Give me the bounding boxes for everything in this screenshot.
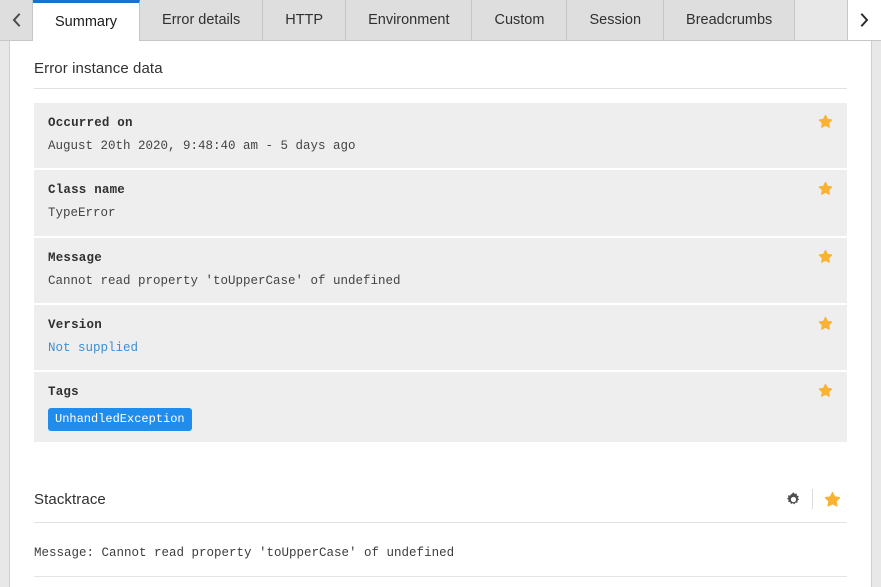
tab-label: Error details	[162, 12, 241, 28]
star-icon	[818, 249, 833, 263]
tab-breadcrumbs[interactable]: Breadcrumbs	[664, 0, 796, 40]
error-instance-data-list: Occurred on August 20th 2020, 9:48:40 am …	[34, 103, 847, 442]
error-data-row: Occurred on August 20th 2020, 9:48:40 am …	[34, 103, 847, 171]
stacktrace-title: Stacktrace	[34, 490, 106, 508]
error-data-row-label: Version	[48, 317, 102, 332]
stacktrace-frame-list: at capitalizeString line 22, column 30 (…	[34, 577, 847, 587]
stacktrace-actions	[778, 487, 847, 511]
row-favorite-button[interactable]	[818, 383, 833, 398]
tab-label: Breadcrumbs	[686, 12, 773, 28]
tab-list: Summary Error details HTTP Environment Custo…	[33, 0, 796, 41]
row-favorite-button[interactable]	[818, 114, 833, 129]
tab-label: Session	[589, 12, 642, 28]
error-data-row-link[interactable]: Not supplied	[48, 338, 806, 359]
tab-label: Summary	[55, 13, 118, 30]
error-data-row: Tags UnhandledException	[34, 372, 847, 442]
tabs-scroll-left-button[interactable]	[0, 0, 33, 40]
star-icon	[818, 114, 833, 128]
tab-summary[interactable]: Summary	[33, 0, 141, 41]
error-data-row-body: Class name TypeError	[48, 180, 806, 224]
tab-http[interactable]: HTTP	[263, 0, 347, 40]
tab-error-details[interactable]: Error details	[140, 0, 264, 40]
tab-label: HTTP	[285, 12, 324, 28]
stacktrace-settings-button[interactable]	[778, 487, 808, 511]
error-data-row-label: Tags	[48, 385, 79, 399]
tab-label: Custom	[494, 12, 545, 28]
chevron-left-icon	[12, 13, 20, 27]
tab-custom[interactable]: Custom	[472, 0, 568, 40]
error-data-row-body: Occurred on August 20th 2020, 9:48:40 am …	[48, 113, 806, 157]
error-data-row: Class name TypeError	[34, 170, 847, 238]
error-data-row-label: Class name	[48, 183, 126, 198]
error-data-row-value: Cannot read property 'toUpperCase' of un…	[48, 273, 401, 288]
action-divider	[812, 489, 813, 509]
stacktrace-section: Stacktrace Message: Cannot read property…	[10, 468, 871, 587]
error-data-row-value: August 20th 2020, 9:48:40 am - 5 days ag…	[48, 139, 356, 153]
tab-bar: Summary Error details HTTP Environment Custo…	[0, 0, 881, 41]
row-favorite-button[interactable]	[818, 316, 833, 331]
stacktrace-favorite-button[interactable]	[817, 487, 847, 511]
error-data-row-label: Occurred on	[48, 116, 133, 130]
star-icon	[818, 383, 833, 397]
page-title: Error instance data	[34, 60, 163, 77]
tabs-scroll-right-button[interactable]	[847, 0, 881, 40]
error-data-row-body: Version Not supplied	[48, 315, 806, 359]
star-icon	[818, 316, 833, 330]
gear-icon	[786, 491, 799, 504]
stacktrace-header: Stacktrace	[34, 468, 847, 523]
error-data-row-value: TypeError	[48, 206, 116, 221]
stacktrace-message: Message: Cannot read property 'toUpperCa…	[34, 537, 847, 577]
error-instance-data-section: Error instance data Occurred on August 20…	[10, 41, 871, 442]
error-instance-data-header: Error instance data	[34, 41, 847, 89]
tab-label: Environment	[368, 12, 450, 28]
error-data-row: Message Cannot read property 'toUpperCase…	[34, 237, 847, 305]
error-data-row-body: Message Cannot read property 'toUpperCase…	[48, 248, 806, 292]
star-icon	[824, 491, 840, 507]
star-icon	[818, 182, 833, 196]
row-favorite-button[interactable]	[818, 249, 833, 264]
error-detail-page: Summary Error details HTTP Environment Custo…	[0, 0, 881, 587]
error-data-row-body: Tags UnhandledException	[48, 382, 806, 431]
chevron-right-icon	[860, 13, 869, 27]
tag-badge[interactable]: UnhandledException	[48, 408, 192, 431]
tab-environment[interactable]: Environment	[346, 0, 473, 40]
tab-session[interactable]: Session	[567, 0, 665, 40]
tab-panel-summary: Error instance data Occurred on August 20…	[9, 41, 872, 587]
error-data-row: Version Not supplied	[34, 304, 847, 372]
row-favorite-button[interactable]	[818, 181, 833, 196]
error-data-row-label: Message	[48, 250, 102, 265]
